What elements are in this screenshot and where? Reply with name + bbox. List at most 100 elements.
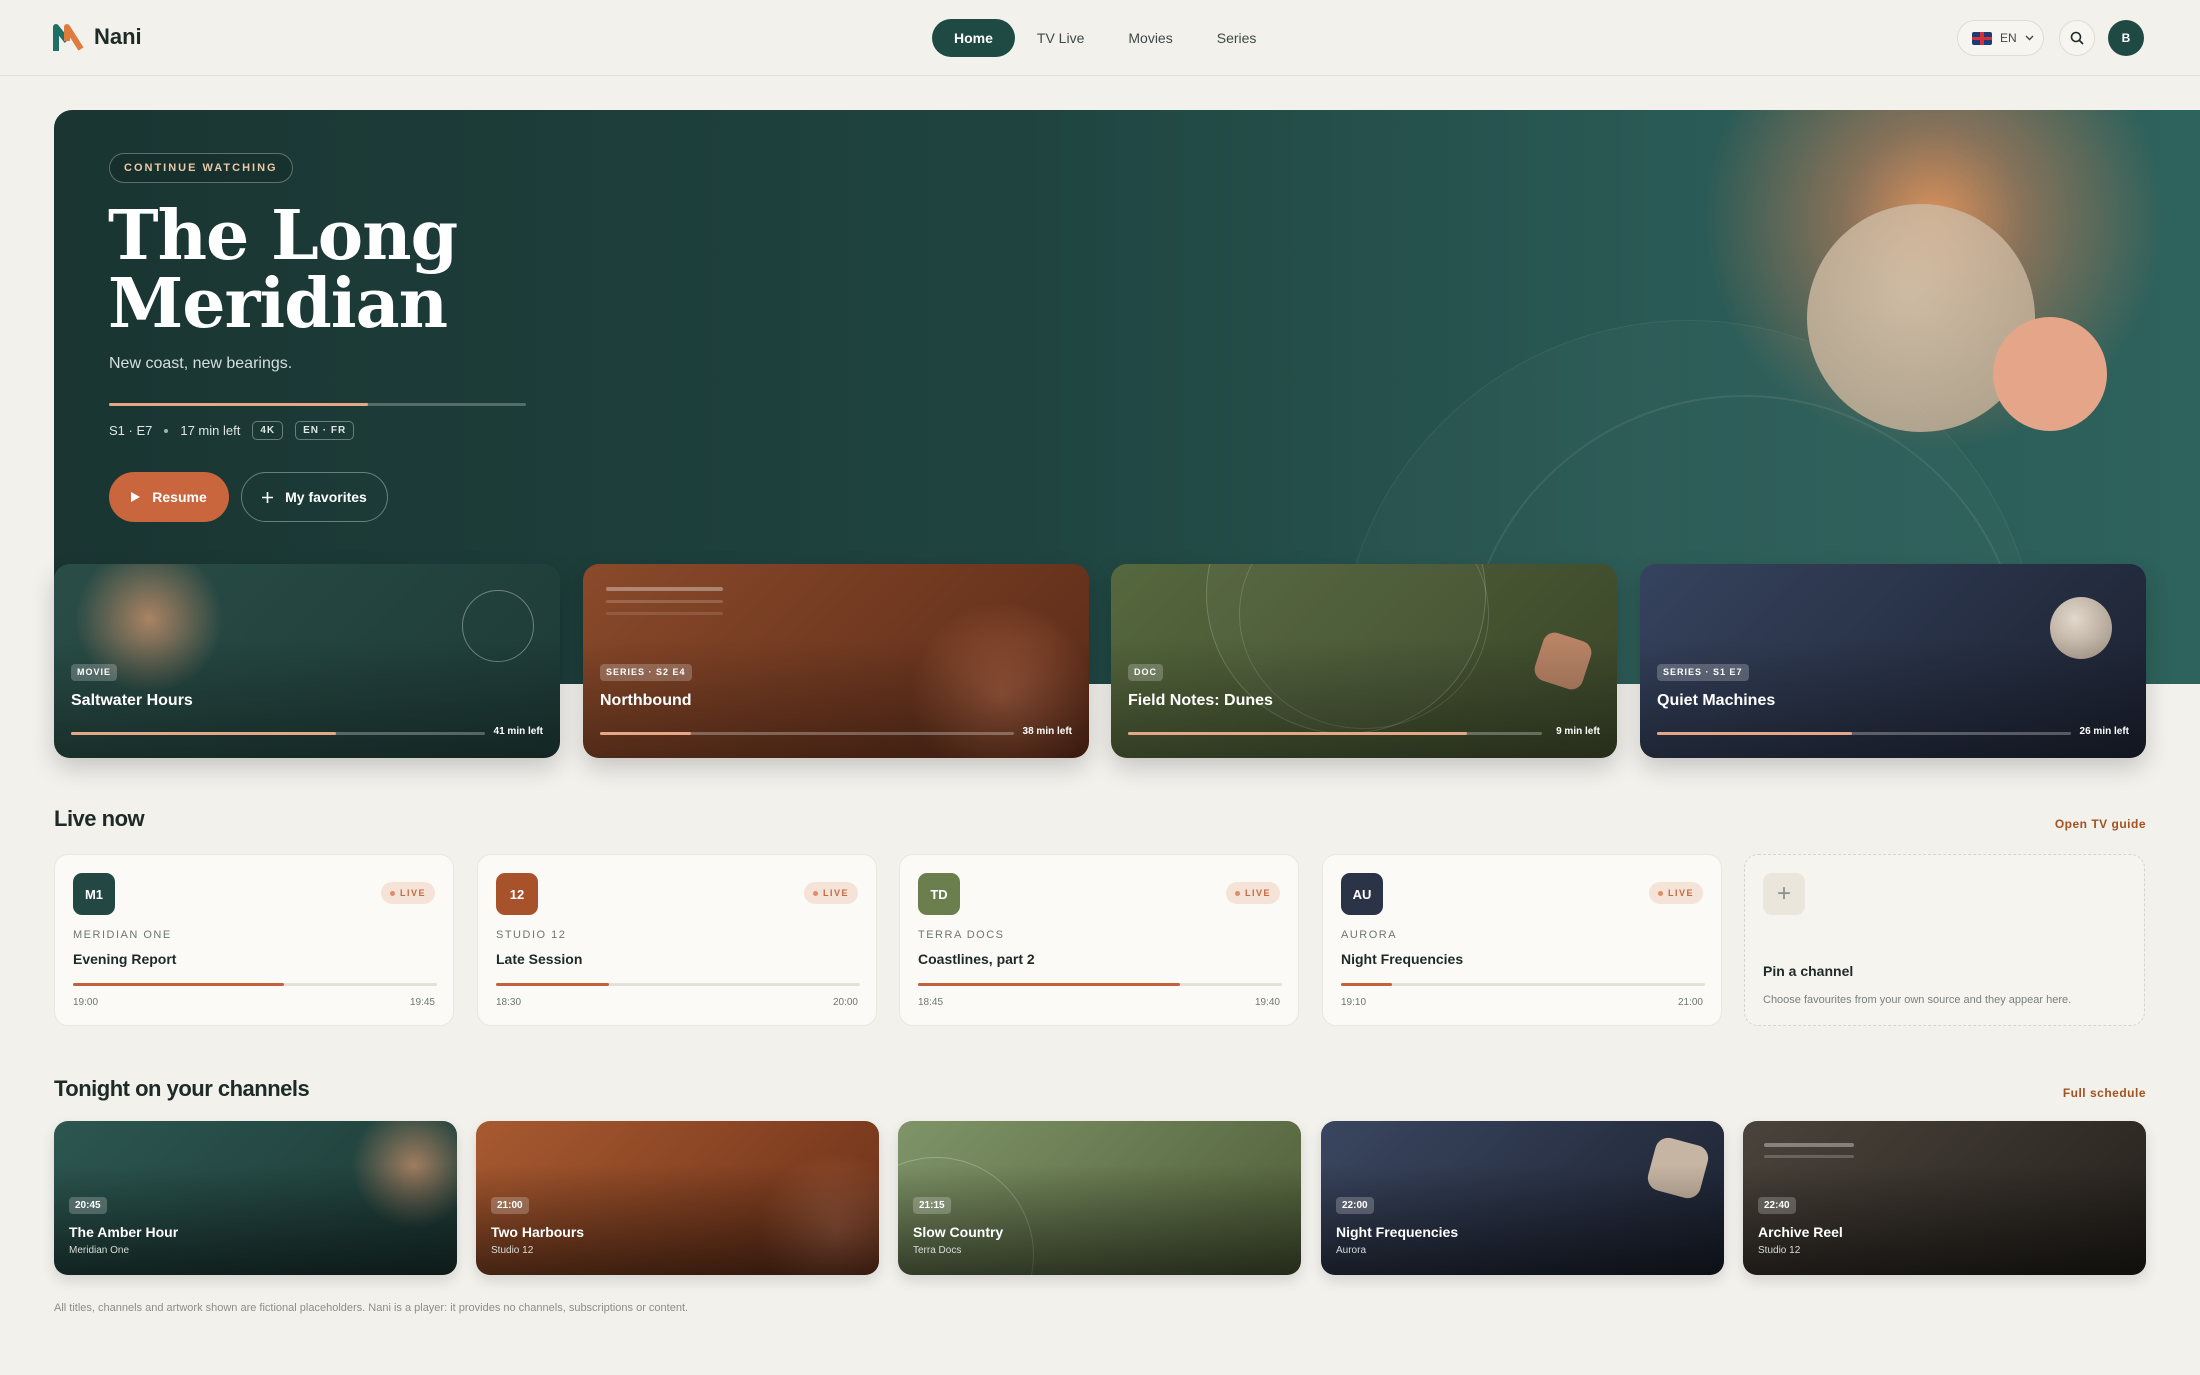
language-selector[interactable]: EN — [1957, 20, 2044, 56]
program-title: Slow Country — [913, 1224, 1004, 1240]
live-now-heading: Live now — [54, 806, 145, 831]
live-channel-card[interactable]: TD LIVE TERRA DOCS Coastlines, part 2 18… — [899, 854, 1299, 1026]
live-dot-icon — [1657, 890, 1663, 896]
channel-logo: M1 — [73, 873, 115, 915]
open-tv-guide-link[interactable]: Open TV guide — [2055, 817, 2146, 831]
continue-card[interactable]: DOC Field Notes: Dunes 9 min left — [1111, 564, 1617, 758]
channel-name: Terra Docs — [913, 1245, 962, 1256]
program-title: Night Frequencies — [1336, 1224, 1459, 1240]
card-progress-fill — [1657, 732, 1852, 735]
nav-home[interactable]: Home — [932, 19, 1015, 57]
audio-tag: EN · FR — [295, 421, 355, 440]
language-label: EN — [2000, 31, 2017, 45]
program-progress-fill — [73, 983, 285, 986]
top-bar: Nani Home TV Live Movies Series EN B — [0, 0, 2200, 76]
air-time: 21:15 — [913, 1197, 951, 1214]
main-nav: Home TV Live Movies Series — [932, 19, 1278, 57]
hero-progress-fill — [109, 403, 368, 406]
card-time-left: 9 min left — [1556, 726, 1600, 737]
program-title: Late Session — [496, 951, 583, 967]
channel-logo: TD — [918, 873, 960, 915]
chevron-down-icon — [2025, 35, 2034, 41]
live-badge: LIVE — [380, 882, 435, 904]
disclaimer-note: All titles, channels and artwork shown a… — [54, 1302, 689, 1314]
avatar[interactable]: B — [2108, 20, 2144, 56]
live-badge: LIVE — [1648, 882, 1703, 904]
card-line — [606, 587, 723, 591]
add-channel-icon[interactable]: + — [1763, 873, 1805, 915]
channel-logo: AU — [1341, 873, 1383, 915]
schedule-card[interactable]: 22:00 Night Frequencies Aurora — [1321, 1121, 1724, 1275]
live-label: LIVE — [1667, 888, 1694, 898]
continue-card[interactable]: SERIES · S2 E4 Northbound 38 min left — [583, 564, 1089, 758]
schedule-card[interactable]: 21:00 Two Harbours Studio 12 — [476, 1121, 879, 1275]
card-shade — [476, 1165, 879, 1275]
schedule-card[interactable]: 20:45 The Amber Hour Meridian One — [54, 1121, 457, 1275]
favorites-label: My favorites — [285, 489, 367, 505]
channel-name: Aurora — [1336, 1245, 1367, 1256]
uk-flag-icon — [1972, 31, 1992, 45]
continue-watching-pill: CONTINUE WATCHING — [109, 153, 293, 183]
card-title: Northbound — [600, 692, 692, 709]
end-time: 19:45 — [409, 997, 435, 1008]
schedule-card[interactable]: 22:40 Archive Reel Studio 12 — [1743, 1121, 2146, 1275]
end-time: 20:00 — [832, 997, 858, 1008]
air-time: 21:00 — [491, 1197, 529, 1214]
program-title: Night Frequencies — [1341, 951, 1464, 967]
end-time: 21:00 — [1677, 997, 1703, 1008]
live-channel-card[interactable]: AU LIVE AURORA Night Frequencies 19:10 2… — [1322, 854, 1722, 1026]
nav-series[interactable]: Series — [1195, 19, 1279, 57]
pin-channel-card[interactable]: + Pin a channel Choose favourites from y… — [1744, 854, 2145, 1026]
program-progress-fill — [918, 983, 1181, 986]
full-schedule-link[interactable]: Full schedule — [2063, 1086, 2146, 1100]
app-name[interactable]: Nani — [94, 24, 142, 50]
live-channel-card[interactable]: 12 LIVE STUDIO 12 Late Session 18:30 20:… — [477, 854, 877, 1026]
channel-name: Studio 12 — [491, 1245, 534, 1256]
hero-meta: S1 · E7 17 min left 4K EN · FR — [109, 421, 355, 440]
card-progress — [71, 732, 485, 735]
card-shade — [54, 1165, 457, 1275]
tonight-heading: Tonight on your channels — [54, 1076, 310, 1101]
card-time-left: 26 min left — [2079, 726, 2129, 737]
card-badge: DOC — [1128, 664, 1163, 681]
start-time: 19:10 — [1341, 997, 1367, 1008]
start-time: 18:30 — [496, 997, 522, 1008]
resume-button[interactable]: Resume — [109, 472, 229, 522]
card-shade — [1321, 1165, 1724, 1275]
start-time: 19:00 — [73, 997, 99, 1008]
program-title: Two Harbours — [491, 1224, 585, 1240]
card-title: Field Notes: Dunes — [1128, 692, 1273, 709]
my-favorites-button[interactable]: My favorites — [241, 472, 388, 522]
schedule-card[interactable]: 21:15 Slow Country Terra Docs — [898, 1121, 1301, 1275]
pin-title: Pin a channel — [1763, 963, 1854, 979]
nav-tv-live[interactable]: TV Live — [1015, 19, 1106, 57]
program-progress — [918, 983, 1282, 986]
hero-sphere-small — [1993, 317, 2107, 431]
play-icon — [131, 492, 141, 502]
card-progress — [1128, 732, 1542, 735]
continue-card[interactable]: SERIES · S1 E7 Quiet Machines 26 min lef… — [1640, 564, 2146, 758]
time-left: 17 min left — [180, 423, 241, 438]
card-line — [606, 612, 723, 615]
live-label: LIVE — [1244, 888, 1271, 898]
nani-logo-icon[interactable] — [53, 23, 85, 53]
card-progress-fill — [1128, 732, 1468, 735]
continue-card[interactable]: MOVIE Saltwater Hours 41 min left — [54, 564, 560, 758]
pin-description: Choose favourites from your own source a… — [1763, 994, 2072, 1006]
program-progress — [1341, 983, 1705, 986]
channel-name: STUDIO 12 — [496, 929, 567, 941]
start-time: 18:45 — [918, 997, 944, 1008]
program-title: Evening Report — [73, 951, 177, 967]
separator-dot — [164, 428, 169, 433]
nav-movies[interactable]: Movies — [1106, 19, 1194, 57]
live-badge: LIVE — [1225, 882, 1280, 904]
search-icon — [2070, 31, 2084, 45]
air-time: 22:00 — [1336, 1197, 1374, 1214]
card-line — [1764, 1143, 1854, 1147]
card-badge: SERIES · S1 E7 — [1657, 664, 1749, 681]
channel-name: TERRA DOCS — [918, 929, 1005, 941]
card-progress-fill — [600, 732, 692, 735]
search-button[interactable] — [2059, 20, 2095, 56]
channel-name: MERIDIAN ONE — [73, 929, 172, 941]
live-channel-card[interactable]: M1 LIVE MERIDIAN ONE Evening Report 19:0… — [54, 854, 454, 1026]
